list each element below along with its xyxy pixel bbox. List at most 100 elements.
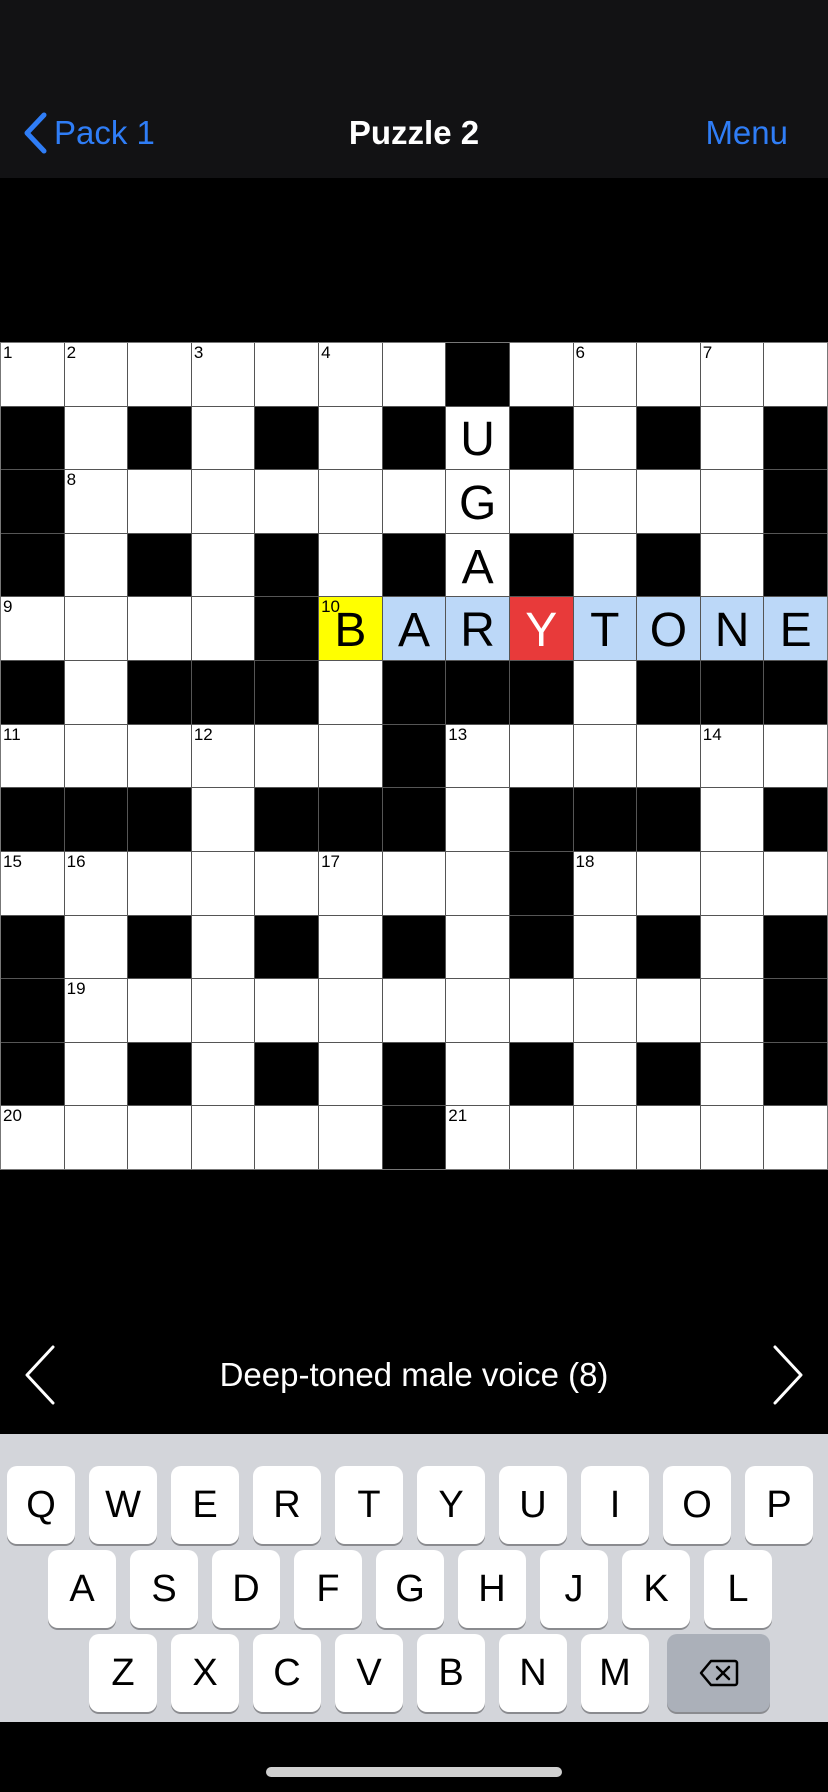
grid-cell[interactable] bbox=[573, 724, 637, 788]
grid-cell[interactable]: 16 bbox=[64, 851, 128, 915]
grid-cell[interactable] bbox=[128, 1106, 191, 1169]
home-indicator[interactable] bbox=[266, 1767, 562, 1777]
key-n[interactable]: N bbox=[499, 1634, 567, 1712]
key-h[interactable]: H bbox=[458, 1550, 526, 1628]
key-b[interactable]: B bbox=[417, 1634, 485, 1712]
grid-cell[interactable] bbox=[446, 979, 509, 1042]
grid-cell[interactable]: 4 bbox=[319, 343, 382, 406]
grid-cell[interactable] bbox=[446, 788, 509, 851]
grid-cell[interactable] bbox=[509, 1106, 573, 1169]
grid-cell[interactable]: 20 bbox=[1, 1106, 64, 1169]
grid-cell[interactable] bbox=[382, 470, 446, 533]
key-r[interactable]: R bbox=[253, 1466, 321, 1544]
grid-cell[interactable] bbox=[700, 1042, 764, 1106]
grid-cell[interactable]: N bbox=[700, 597, 764, 661]
grid-cell[interactable] bbox=[700, 406, 764, 470]
grid-cell[interactable] bbox=[191, 406, 255, 470]
grid-cell[interactable]: 13 bbox=[446, 724, 509, 788]
grid-cell[interactable] bbox=[573, 406, 637, 470]
grid-cell[interactable] bbox=[764, 851, 827, 915]
key-e[interactable]: E bbox=[171, 1466, 239, 1544]
grid-cell[interactable] bbox=[446, 915, 509, 979]
grid-cell[interactable] bbox=[319, 533, 382, 597]
key-o[interactable]: O bbox=[663, 1466, 731, 1544]
grid-cell[interactable] bbox=[128, 597, 191, 661]
key-z[interactable]: Z bbox=[89, 1634, 157, 1712]
grid-cell[interactable] bbox=[128, 724, 191, 788]
grid-cell[interactable] bbox=[128, 851, 191, 915]
grid-cell[interactable] bbox=[319, 979, 382, 1042]
grid-cell[interactable] bbox=[700, 915, 764, 979]
grid-cell[interactable] bbox=[191, 597, 255, 661]
grid-cell[interactable]: R bbox=[446, 597, 509, 661]
grid-cell[interactable] bbox=[191, 979, 255, 1042]
grid-cell[interactable] bbox=[128, 979, 191, 1042]
key-c[interactable]: C bbox=[253, 1634, 321, 1712]
grid-cell[interactable]: 3 bbox=[191, 343, 255, 406]
grid-cell[interactable] bbox=[700, 1106, 764, 1169]
grid-cell[interactable] bbox=[573, 1106, 637, 1169]
grid-cell[interactable] bbox=[64, 406, 128, 470]
grid-cell[interactable]: 18 bbox=[573, 851, 637, 915]
grid-cell[interactable] bbox=[509, 979, 573, 1042]
previous-clue-button[interactable] bbox=[10, 1340, 70, 1410]
grid-cell[interactable] bbox=[637, 979, 700, 1042]
grid-cell[interactable] bbox=[64, 1106, 128, 1169]
grid-cell[interactable] bbox=[573, 533, 637, 597]
grid-cell[interactable] bbox=[319, 470, 382, 533]
key-j[interactable]: J bbox=[540, 1550, 608, 1628]
key-p[interactable]: P bbox=[745, 1466, 813, 1544]
grid-cell[interactable] bbox=[64, 1042, 128, 1106]
grid-cell[interactable]: 6 bbox=[573, 343, 637, 406]
grid-cell[interactable] bbox=[319, 915, 382, 979]
grid-cell[interactable] bbox=[191, 533, 255, 597]
grid-cell[interactable]: O bbox=[637, 597, 700, 661]
grid-cell[interactable] bbox=[509, 724, 573, 788]
grid-cell[interactable]: 17 bbox=[319, 851, 382, 915]
grid-cell[interactable]: 7 bbox=[700, 343, 764, 406]
grid-cell[interactable] bbox=[255, 979, 319, 1042]
grid-cell[interactable] bbox=[255, 851, 319, 915]
key-i[interactable]: I bbox=[581, 1466, 649, 1544]
menu-button[interactable]: Menu bbox=[705, 108, 788, 158]
grid-cell[interactable] bbox=[764, 1106, 827, 1169]
grid-cell[interactable] bbox=[637, 851, 700, 915]
backspace-key[interactable] bbox=[667, 1634, 770, 1712]
grid-cell[interactable] bbox=[191, 915, 255, 979]
grid-cell[interactable] bbox=[700, 788, 764, 851]
grid-cell[interactable] bbox=[64, 661, 128, 724]
grid-cell[interactable] bbox=[573, 1042, 637, 1106]
grid-cell[interactable] bbox=[319, 1106, 382, 1169]
key-s[interactable]: S bbox=[130, 1550, 198, 1628]
grid-cell[interactable]: A bbox=[382, 597, 446, 661]
grid-cell[interactable]: A bbox=[446, 533, 509, 597]
key-l[interactable]: L bbox=[704, 1550, 772, 1628]
grid-cell[interactable] bbox=[64, 724, 128, 788]
grid-cell[interactable] bbox=[382, 343, 446, 406]
grid-cell[interactable] bbox=[700, 533, 764, 597]
grid-cell[interactable] bbox=[509, 470, 573, 533]
grid-cell[interactable]: G bbox=[446, 470, 509, 533]
key-d[interactable]: D bbox=[212, 1550, 280, 1628]
grid-cell[interactable] bbox=[573, 915, 637, 979]
grid-cell[interactable]: 9 bbox=[1, 597, 64, 661]
grid-cell[interactable] bbox=[700, 851, 764, 915]
key-u[interactable]: U bbox=[499, 1466, 567, 1544]
grid-cell[interactable]: 2 bbox=[64, 343, 128, 406]
grid-cell[interactable]: Y bbox=[509, 597, 573, 661]
grid-cell[interactable] bbox=[446, 851, 509, 915]
grid-cell[interactable] bbox=[128, 470, 191, 533]
grid-cell[interactable] bbox=[637, 1106, 700, 1169]
key-m[interactable]: M bbox=[581, 1634, 649, 1712]
grid-cell[interactable] bbox=[764, 724, 827, 788]
key-k[interactable]: K bbox=[622, 1550, 690, 1628]
grid-cell[interactable]: U bbox=[446, 406, 509, 470]
grid-cell[interactable] bbox=[255, 724, 319, 788]
key-f[interactable]: F bbox=[294, 1550, 362, 1628]
grid-cell[interactable]: 15 bbox=[1, 851, 64, 915]
back-button[interactable]: Pack 1 bbox=[22, 108, 155, 158]
grid-cell[interactable] bbox=[64, 915, 128, 979]
grid-cell[interactable] bbox=[700, 470, 764, 533]
key-x[interactable]: X bbox=[171, 1634, 239, 1712]
grid-cell[interactable] bbox=[191, 851, 255, 915]
